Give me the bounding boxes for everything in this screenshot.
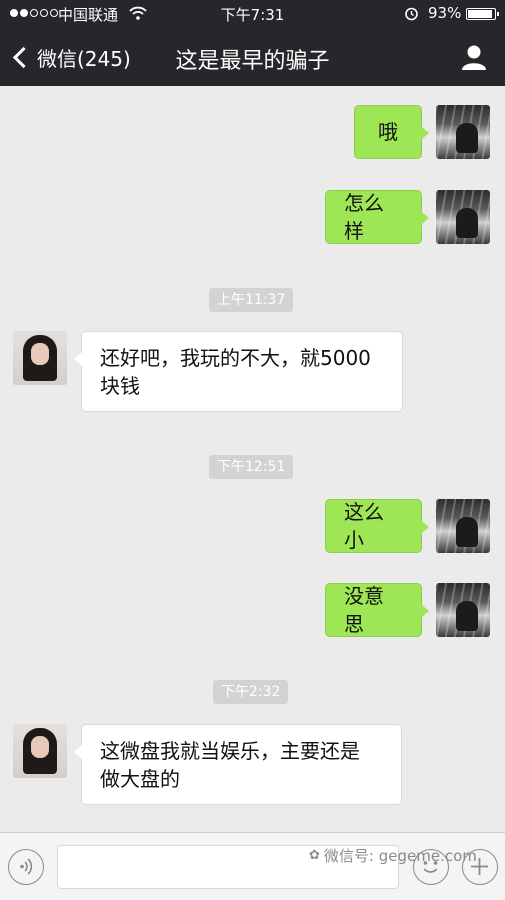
message-bubble-self[interactable]: 怎么样 <box>325 190 429 244</box>
message-bubble-contact[interactable]: 这微盘我就当娱乐，主要还是 做大盘的 <box>74 724 402 805</box>
message-bubble-self[interactable]: 这么小 <box>325 499 429 553</box>
message-text: 怎么样 <box>344 191 384 243</box>
message-text-line: 还好吧，我玩的不大，就5000 <box>100 345 371 370</box>
input-bar: ✿ 微信号: gegeme.com <box>0 832 505 900</box>
nav-bar: 微信(245) 这是最早的骗子 <box>0 28 505 86</box>
message-bubble-self[interactable]: 没意思 <box>325 583 429 637</box>
profile-button[interactable] <box>459 42 489 72</box>
avatar-contact[interactable] <box>13 724 67 778</box>
back-button[interactable]: 微信(245) <box>8 28 131 86</box>
alarm-icon <box>405 7 418 21</box>
battery-icon <box>466 8 499 20</box>
message-text-line: 块钱 <box>100 373 140 398</box>
emoji-button[interactable] <box>413 849 449 885</box>
chat-area[interactable]: 哦 怎么样 上午11:37 还好吧，我玩的不大，就5000 块钱 下午12:51… <box>0 86 505 832</box>
message-text-line: 做大盘的 <box>100 766 180 791</box>
emoji-icon <box>423 861 438 873</box>
timestamp: 下午2:32 <box>213 680 289 704</box>
message-text: 没意思 <box>344 584 384 636</box>
avatar-self[interactable] <box>436 190 490 244</box>
message-text: 哦 <box>378 120 398 144</box>
avatar-contact[interactable] <box>13 331 67 385</box>
plus-icon <box>471 858 488 875</box>
avatar-self[interactable] <box>436 583 490 637</box>
avatar-self[interactable] <box>436 105 490 159</box>
status-bar: 中国联通 下午7:31 93% <box>0 0 505 28</box>
back-label: 微信(245) <box>37 46 131 71</box>
timestamp: 上午11:37 <box>209 288 294 312</box>
voice-button[interactable] <box>8 849 44 885</box>
more-button[interactable] <box>462 849 498 885</box>
message-input[interactable] <box>57 845 399 889</box>
message-text-line: 这微盘我就当娱乐，主要还是 <box>100 738 360 763</box>
avatar-self[interactable] <box>436 499 490 553</box>
message-bubble-contact[interactable]: 还好吧，我玩的不大，就5000 块钱 <box>74 331 403 412</box>
battery-percent: 93% <box>428 4 462 22</box>
top-bar: 中国联通 下午7:31 93% 微信(245) 这是最早的骗子 <box>0 0 505 86</box>
message-text: 这么小 <box>344 500 384 552</box>
voice-icon <box>20 858 33 875</box>
chevron-left-icon <box>12 46 35 68</box>
message-bubble-self[interactable]: 哦 <box>354 105 429 159</box>
timestamp: 下午12:51 <box>209 455 294 479</box>
